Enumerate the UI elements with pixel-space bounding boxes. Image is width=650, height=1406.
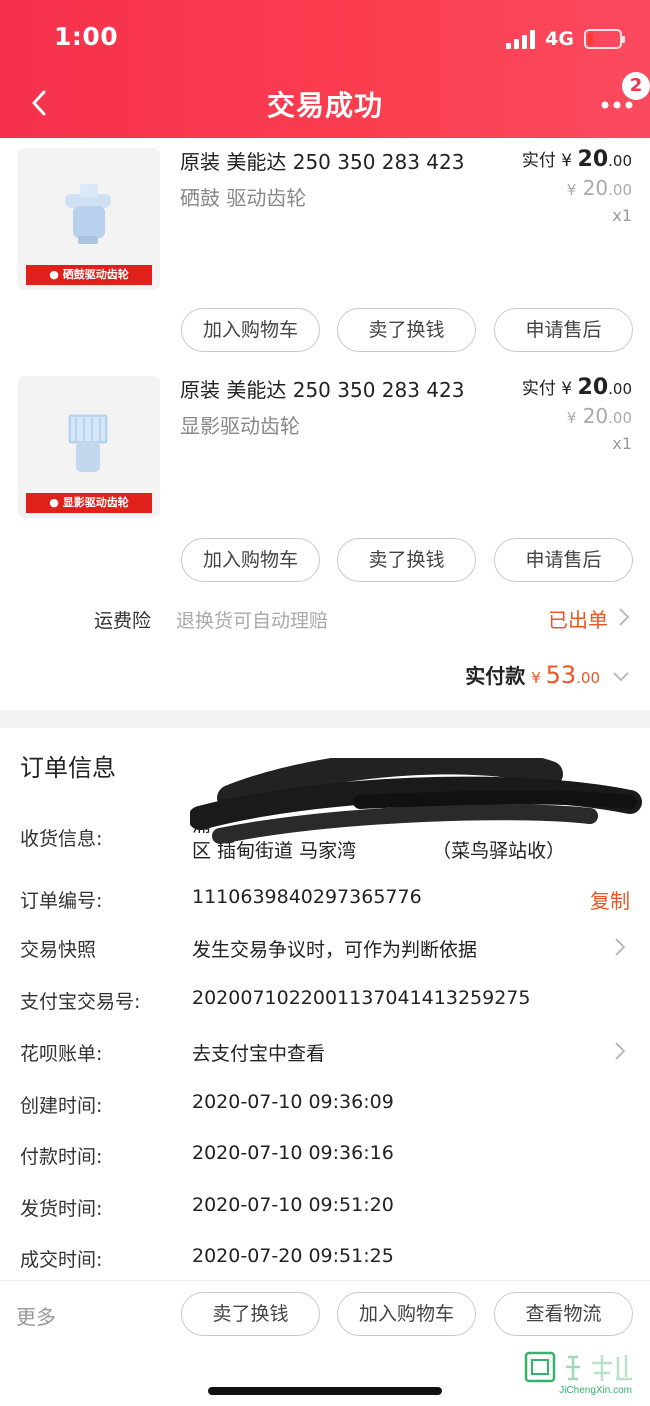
watermark-logo: JiChengXin.com [522, 1351, 642, 1401]
status-time: 1:00 [54, 22, 119, 51]
address-label: 收货信息: [20, 828, 103, 850]
chevron-right-icon[interactable] [614, 1041, 626, 1061]
total-amount: ¥ 53.00 [531, 661, 600, 689]
watermark-mark [524, 1351, 632, 1383]
orig-cents: .00 [608, 181, 632, 199]
total-label: 实付款 [465, 664, 526, 688]
alipay-trade-value: 2020071022001137041413259275 [192, 987, 531, 1009]
section-divider [0, 710, 650, 728]
resell-button[interactable]: 卖了换钱 [337, 538, 476, 582]
chevron-down-icon [613, 672, 629, 682]
huabei-label: 花呗账单: [20, 1043, 103, 1065]
product-subtitle: 硒鼓 驱动齿轮 [180, 186, 307, 210]
battery-icon [584, 29, 625, 49]
product-title[interactable]: 原装 美能达 250 350 283 423 [180, 374, 500, 403]
app-header: 1:00 4G 交易成功 2 [0, 0, 650, 138]
notification-badge: 2 [622, 72, 650, 100]
redaction-scribble [190, 758, 642, 844]
snapshot-value[interactable]: 发生交易争议时，可作为判断依据 [192, 935, 477, 962]
more-link[interactable]: 更多 [16, 1301, 56, 1330]
orig-cents: .00 [608, 409, 632, 427]
created-time-label: 创建时间: [20, 1095, 103, 1117]
product-title[interactable]: 原装 美能达 250 350 283 423 [180, 146, 500, 175]
more-dots-icon [601, 101, 633, 109]
shipped-time-value: 2020-07-10 09:51:20 [192, 1194, 394, 1216]
currency-symbol: ¥ [531, 669, 541, 687]
page-title: 交易成功 [266, 89, 383, 122]
status-icons: 4G [506, 26, 625, 52]
resell-button[interactable]: 卖了换钱 [181, 1292, 320, 1336]
paid-amount: 20 [577, 375, 609, 400]
add-to-cart-button[interactable]: 加入购物车 [181, 308, 320, 352]
currency-symbol: ¥ [561, 151, 573, 171]
view-logistics-button[interactable]: 查看物流 [494, 1292, 633, 1336]
alipay-trade-label: 支付宝交易号: [20, 991, 141, 1013]
original-price: ¥ 20.00 [567, 404, 632, 428]
orig-amount: 20 [582, 404, 609, 428]
order-info-title: 订单信息 [20, 754, 116, 782]
paid-time-label: 付款时间: [20, 1146, 103, 1168]
product-card: 硒鼓驱动齿轮 原装 美能达 250 350 283 423 硒鼓 驱动齿轮 实付… [0, 140, 650, 360]
paid-price: 实付 ¥ 20.00 [522, 374, 632, 400]
thumbnail-tag: 显影驱动齿轮 [26, 493, 152, 513]
order-number-value: 1110639840297365776 [192, 886, 422, 908]
total-payment[interactable]: 实付款 ¥ 53.00 [465, 660, 630, 694]
total-cents: .00 [576, 669, 600, 687]
paid-cents: .00 [608, 152, 632, 170]
paid-prefix: 实付 [521, 379, 556, 399]
currency-symbol: ¥ [566, 181, 577, 199]
insurance-desc: 退换货可自动理赔 [176, 610, 329, 632]
chevron-right-icon [619, 608, 630, 626]
bottom-action-bar: 更多 卖了换钱 加入购物车 查看物流 JiChengXin.com [0, 1280, 650, 1406]
currency-symbol: ¥ [566, 409, 577, 427]
total-integer: 53 [545, 661, 577, 689]
created-time-value: 2020-07-10 09:36:09 [192, 1091, 394, 1113]
snapshot-label: 交易快照 [20, 939, 97, 961]
shipped-time-label: 发货时间: [20, 1198, 103, 1220]
watermark-domain: JiChengXin.com [559, 1385, 632, 1396]
signal-icon [506, 29, 536, 49]
paid-time-value: 2020-07-10 09:36:16 [192, 1142, 394, 1164]
order-number-label: 订单编号: [20, 890, 103, 912]
orig-amount: 20 [582, 176, 609, 200]
add-to-cart-button[interactable]: 加入购物车 [181, 538, 320, 582]
original-price: ¥ 20.00 [567, 176, 632, 200]
paid-prefix: 实付 [521, 151, 556, 171]
currency-symbol: ¥ [561, 379, 573, 399]
product-subtitle: 显影驱动齿轮 [180, 414, 300, 438]
home-indicator [208, 1387, 442, 1395]
closed-time-label: 成交时间: [20, 1249, 103, 1271]
paid-cents: .00 [608, 380, 632, 398]
after-sale-button[interactable]: 申请售后 [494, 538, 633, 582]
quantity: x1 [612, 434, 632, 453]
resell-button[interactable]: 卖了换钱 [337, 308, 476, 352]
closed-time-value: 2020-07-20 09:51:25 [192, 1245, 394, 1267]
product-card: 显影驱动齿轮 原装 美能达 250 350 283 423 显影驱动齿轮 实付 … [0, 368, 650, 588]
paid-price: 实付 ¥ 20.00 [522, 146, 632, 172]
after-sale-button[interactable]: 申请售后 [494, 308, 633, 352]
quantity: x1 [612, 206, 632, 225]
huabei-value[interactable]: 去支付宝中查看 [192, 1039, 325, 1066]
network-type: 4G [545, 28, 574, 50]
insurance-label: 运费险 [94, 610, 152, 632]
paid-amount: 20 [577, 147, 609, 172]
product-thumbnail[interactable]: 硒鼓驱动齿轮 [18, 148, 160, 290]
chevron-right-icon[interactable] [614, 937, 626, 957]
add-to-cart-button[interactable]: 加入购物车 [337, 1292, 476, 1336]
product-thumbnail[interactable]: 显影驱动齿轮 [18, 376, 160, 518]
thumbnail-tag: 硒鼓驱动齿轮 [26, 265, 152, 285]
insurance-status: 已出单 [548, 608, 608, 632]
shipping-insurance-row[interactable]: 运费险 退换货可自动理赔 已出单 [0, 596, 650, 640]
copy-button[interactable]: 复制 [590, 885, 630, 914]
